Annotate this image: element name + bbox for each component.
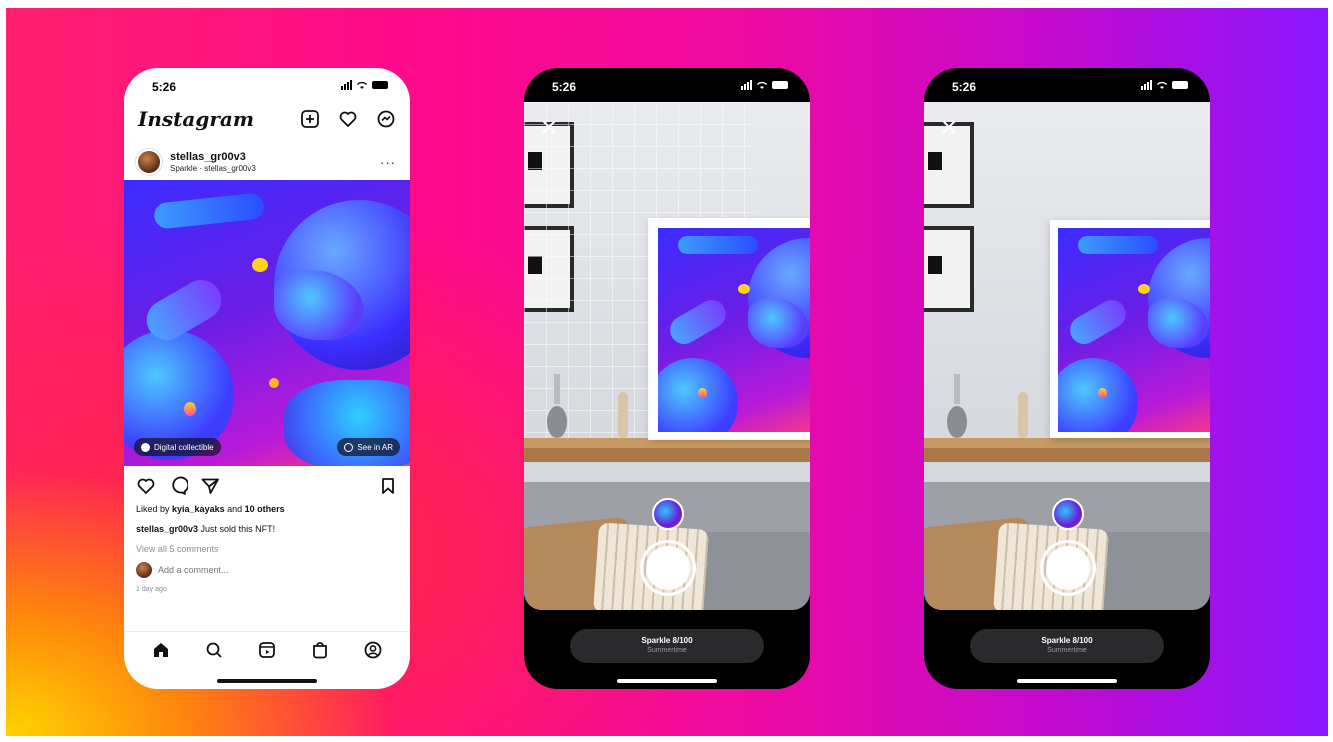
reels-icon[interactable]: [257, 640, 277, 660]
phone-ar-placement: 5:26 Sparkle 8/100 Summertime: [524, 68, 810, 689]
new-post-icon[interactable]: [300, 109, 320, 129]
more-options-icon[interactable]: ···: [380, 155, 396, 170]
likes-count[interactable]: 10 others: [245, 504, 285, 514]
shop-icon[interactable]: [310, 640, 330, 660]
ar-icon: [344, 442, 354, 452]
signal-icon: [741, 80, 752, 90]
ar-artwork-frame[interactable]: [1050, 220, 1210, 438]
comment-icon[interactable]: [168, 476, 188, 496]
avatar[interactable]: [136, 149, 162, 175]
nft-title: Sparkle 8/100: [641, 636, 693, 645]
vase: [547, 374, 567, 438]
post-artwork[interactable]: Digital collectible See in AR: [124, 180, 410, 466]
nft-title: Sparkle 8/100: [1041, 636, 1093, 645]
ar-artwork: [658, 228, 810, 432]
digital-collectible-label: Digital collectible: [154, 442, 214, 452]
wifi-icon: [1157, 81, 1167, 89]
battery-icon: [772, 81, 788, 89]
status-bar: 5:26: [124, 68, 410, 102]
nft-info-pill[interactable]: Sparkle 8/100 Summertime: [570, 629, 764, 663]
ar-camera-view[interactable]: [524, 102, 810, 610]
collectible-thumbnail[interactable]: [652, 498, 684, 530]
signal-icon: [341, 80, 352, 90]
signal-icon: [1141, 80, 1152, 90]
heart-icon[interactable]: [338, 109, 358, 129]
ar-artwork: [1058, 228, 1210, 432]
wifi-icon: [757, 81, 767, 89]
battery-icon: [372, 81, 388, 89]
view-all-comments-link[interactable]: View all 5 comments: [136, 544, 218, 554]
messenger-icon[interactable]: [376, 109, 396, 129]
close-icon[interactable]: [940, 118, 958, 136]
home-indicator: [1017, 679, 1117, 683]
bookmark-icon[interactable]: [378, 476, 398, 496]
collectible-thumbnail[interactable]: [1052, 498, 1084, 530]
shelf: [924, 438, 1210, 448]
ar-artwork-frame[interactable]: [650, 220, 810, 438]
home-indicator: [217, 679, 317, 683]
close-icon[interactable]: [540, 118, 558, 136]
digital-collectible-badge[interactable]: Digital collectible: [134, 438, 221, 456]
see-in-ar-label: See in AR: [357, 442, 393, 452]
figurine: [618, 392, 628, 438]
add-comment-input[interactable]: [158, 565, 318, 575]
post-username[interactable]: stellas_gr00v3: [170, 151, 380, 163]
home-indicator: [617, 679, 717, 683]
instagram-logo: Instagram: [138, 107, 254, 131]
capture-button[interactable]: [640, 540, 696, 596]
app-header: Instagram: [138, 104, 396, 134]
figurine: [1018, 392, 1028, 438]
current-user-avatar: [136, 562, 152, 578]
check-badge-icon: [141, 442, 150, 452]
phone-feed: 5:26 Instagram stellas_gr00v3 Sparkle · …: [124, 68, 410, 689]
bottom-tab-bar: [124, 631, 410, 667]
post-header: stellas_gr00v3 Sparkle · stellas_gr00v3 …: [136, 146, 396, 178]
caption-username[interactable]: stellas_gr00v3: [136, 524, 198, 534]
shelf: [524, 438, 810, 448]
post-subtitle: Sparkle · stellas_gr00v3: [170, 164, 256, 173]
post-actions: [136, 476, 398, 496]
caption-text: Just sold this NFT!: [198, 524, 276, 534]
share-icon[interactable]: [200, 476, 220, 496]
post-timestamp: 1 day ago: [136, 586, 167, 593]
search-icon[interactable]: [204, 640, 224, 660]
like-icon[interactable]: [136, 476, 156, 496]
capture-button[interactable]: [1040, 540, 1096, 596]
wall-frame: [924, 226, 974, 312]
profile-icon[interactable]: [363, 640, 383, 660]
add-comment-row: [136, 562, 398, 578]
status-bar: 5:26: [924, 68, 1210, 102]
home-icon[interactable]: [151, 640, 171, 660]
status-bar: 5:26: [524, 68, 810, 102]
ar-camera-view[interactable]: [924, 102, 1210, 610]
nft-collection: Summertime: [647, 647, 687, 654]
nft-collection: Summertime: [1047, 647, 1087, 654]
liked-by-user[interactable]: kyia_kayaks: [172, 504, 225, 514]
status-time: 5:26: [552, 80, 577, 94]
status-time: 5:26: [152, 80, 177, 94]
status-time: 5:26: [952, 80, 977, 94]
post-caption: stellas_gr00v3 Just sold this NFT!: [136, 524, 275, 534]
nft-info-pill[interactable]: Sparkle 8/100 Summertime: [970, 629, 1164, 663]
likes-text: Liked by kyia_kayaks and 10 others: [136, 504, 285, 514]
promo-background: 5:26 Instagram stellas_gr00v3 Sparkle · …: [6, 8, 1328, 736]
wifi-icon: [357, 81, 367, 89]
battery-icon: [1172, 81, 1188, 89]
phone-ar-placed: 5:26 Sparkle 8/100 Summertime: [924, 68, 1210, 689]
vase: [947, 374, 967, 438]
see-in-ar-button[interactable]: See in AR: [337, 438, 400, 456]
